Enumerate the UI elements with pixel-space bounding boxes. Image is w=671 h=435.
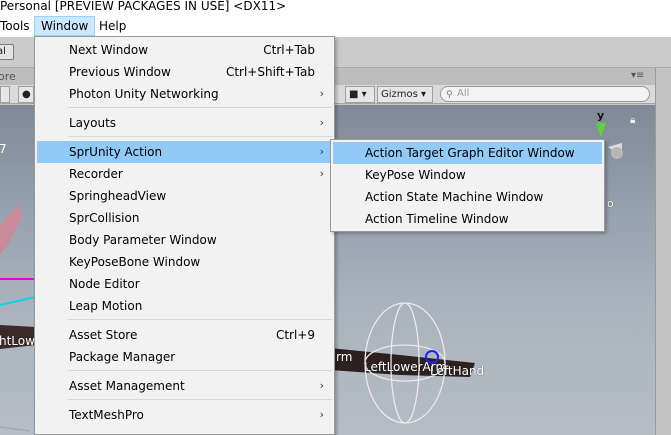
menu-item-label: SprCollision <box>69 211 140 225</box>
menu-item-label: TextMeshPro <box>69 408 144 422</box>
scene-toolbar-button[interactable] <box>0 86 10 103</box>
menu-item-recorder[interactable]: Recorder › <box>37 163 332 185</box>
menu-window[interactable]: Window <box>34 16 96 36</box>
menu-item-next-window[interactable]: Next Window Ctrl+Tab <box>37 39 332 61</box>
toolbar-button[interactable]: al <box>0 44 14 60</box>
menu-item-label: Next Window <box>69 43 149 57</box>
menu-item-label: Body Parameter Window <box>69 233 217 247</box>
chevron-right-icon: › <box>319 145 324 158</box>
grid-line <box>0 426 31 432</box>
menu-item-photon[interactable]: Photon Unity Networking › <box>37 83 332 105</box>
search-placeholder: All <box>457 88 470 99</box>
lock-icon[interactable]: 🔒︎ <box>630 115 635 126</box>
label-axis-y: y <box>597 109 605 122</box>
chevron-right-icon: › <box>319 408 324 421</box>
cyan-line <box>0 296 37 306</box>
search-icon: ⚲ <box>446 90 453 100</box>
menu-item-label: Layouts <box>69 116 117 130</box>
tab-menu-icon[interactable]: ▾≡ <box>631 70 644 81</box>
menu-item-label: Node Editor <box>69 277 140 291</box>
gizmos-dropdown[interactable]: Gizmos ▾ <box>377 86 433 103</box>
menu-help[interactable]: Help <box>93 16 132 36</box>
gizmos-label: Gizmos <box>381 89 418 100</box>
menu-separator <box>68 107 332 108</box>
chevron-right-icon: › <box>319 167 324 180</box>
menu-item-sprcollision[interactable]: SprCollision <box>37 207 332 229</box>
menu-item-leap-motion[interactable]: Leap Motion <box>37 295 332 317</box>
submenu-item-action-state-machine[interactable]: Action State Machine Window <box>333 186 602 208</box>
submenu-item-action-timeline[interactable]: Action Timeline Window <box>333 208 602 230</box>
sprunity-action-submenu: Action Target Graph Editor Window KeyPos… <box>330 139 605 232</box>
chevron-down-icon: ▾ <box>421 89 427 100</box>
lightbulb-icon[interactable]: ● <box>18 86 34 103</box>
menu-item-label: Leap Motion <box>69 299 143 313</box>
menu-item-layouts[interactable]: Layouts › <box>37 112 332 134</box>
menu-item-label: KeyPose Window <box>365 168 466 182</box>
window-menu: Next Window Ctrl+Tab Previous Window Ctr… <box>34 36 335 435</box>
menu-item-label: Recorder <box>69 167 123 181</box>
label-arm: rm <box>336 350 353 364</box>
menu-item-node-editor[interactable]: Node Editor <box>37 273 332 295</box>
menu-item-body-parameter-window[interactable]: Body Parameter Window <box>37 229 332 251</box>
menu-item-label: Previous Window <box>69 65 171 79</box>
menu-item-package-manager[interactable]: Package Manager <box>37 346 332 368</box>
menu-separator <box>68 136 332 137</box>
menu-item-asset-store[interactable]: Asset Store Ctrl+9 <box>37 324 332 346</box>
right-panel <box>655 68 671 435</box>
chevron-right-icon: › <box>319 379 324 392</box>
menu-item-keyposebone-window[interactable]: KeyPoseBone Window <box>37 251 332 273</box>
menu-item-springheadview[interactable]: SpringheadView <box>37 185 332 207</box>
label-left-low: htLow <box>0 334 35 348</box>
axis-gizmo-center <box>611 147 623 159</box>
shortcut-label: Ctrl+Tab <box>263 43 315 57</box>
menu-item-label: Photon Unity Networking <box>69 87 219 101</box>
tab-fragment[interactable]: ore <box>0 70 16 83</box>
menu-item-label: Package Manager <box>69 350 176 364</box>
scene-search-input[interactable]: ⚲ All <box>440 86 650 102</box>
chevron-right-icon: › <box>319 116 324 129</box>
menu-item-label: SpringheadView <box>69 189 167 203</box>
menu-item-label: Asset Management <box>69 379 185 393</box>
menu-item-asset-management[interactable]: Asset Management › <box>37 375 332 397</box>
menu-separator <box>68 399 332 400</box>
window-title: Personal [PREVIEW PACKAGES IN USE] <DX11… <box>0 0 671 15</box>
menu-item-label: Action Target Graph Editor Window <box>365 146 575 160</box>
label-number: 7 <box>0 142 7 156</box>
menu-item-label: SprUnity Action <box>69 145 163 159</box>
menu-item-label: Asset Store <box>69 328 138 342</box>
shortcut-label: Ctrl+9 <box>275 328 315 342</box>
menu-tools[interactable]: Tools <box>0 16 36 36</box>
chevron-right-icon: › <box>319 87 324 100</box>
toolbar-button-label: al <box>0 46 6 57</box>
menu-item-previous-window[interactable]: Previous Window Ctrl+Shift+Tab <box>37 61 332 83</box>
label-o: o <box>607 197 614 210</box>
pink-mesh <box>0 205 22 255</box>
shortcut-label: Ctrl+Shift+Tab <box>225 65 315 79</box>
menu-item-sprunity-action[interactable]: SprUnity Action › <box>37 141 332 163</box>
menu-item-label: Action Timeline Window <box>365 212 509 226</box>
camera-icon[interactable]: ■ ▾ <box>345 86 375 103</box>
submenu-item-keypose-window[interactable]: KeyPose Window <box>333 164 602 186</box>
menu-separator <box>68 370 332 371</box>
menu-item-label: KeyPoseBone Window <box>69 255 201 269</box>
label-left-hand: LeftHand <box>430 364 485 378</box>
menu-item-label: Action State Machine Window <box>365 190 544 204</box>
menubar: Tools Window Help <box>0 15 671 37</box>
submenu-item-action-target-graph-editor[interactable]: Action Target Graph Editor Window <box>333 142 602 164</box>
menu-item-textmeshpro[interactable]: TextMeshPro › <box>37 404 332 426</box>
menu-separator <box>68 319 332 320</box>
axis-gizmo-y <box>596 123 606 137</box>
